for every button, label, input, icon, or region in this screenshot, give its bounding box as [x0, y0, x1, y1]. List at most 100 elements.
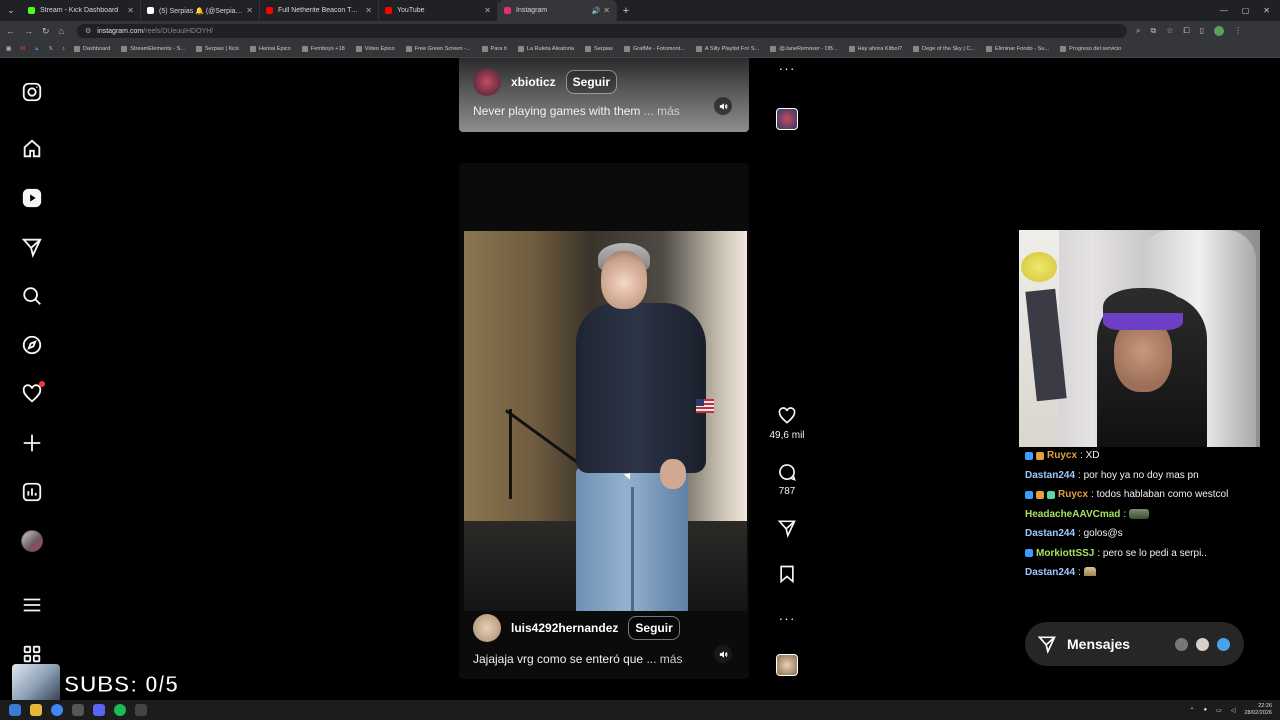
share-button[interactable]: [775, 518, 799, 538]
obs-icon[interactable]: [135, 704, 147, 716]
tab-close-icon[interactable]: ✕: [246, 6, 253, 15]
author-avatar[interactable]: [473, 614, 501, 642]
tab-close-icon[interactable]: ✕: [365, 6, 372, 15]
browser-tab[interactable]: Stream - Kick Dashboard ✕: [22, 0, 141, 21]
bookmark-item[interactable]: Hentai Epico: [250, 46, 291, 52]
cast-icon[interactable]: ⧉: [1150, 26, 1156, 36]
apps-grid-icon[interactable]: ▦: [6, 46, 11, 52]
chrome-icon[interactable]: [51, 704, 63, 716]
audio-thumb[interactable]: [775, 654, 799, 676]
close-window-icon[interactable]: ✕: [1263, 6, 1270, 15]
chat-username: HeadacheAAVCmad: [1025, 508, 1121, 520]
direct-messages-icon[interactable]: [20, 235, 44, 259]
follow-button[interactable]: Seguir: [565, 70, 618, 94]
bookmark-item[interactable]: Serpias | Kick: [195, 46, 239, 52]
browser-tab[interactable]: (5) Serpias 🔔 (@Serpias) / X ✕: [141, 0, 260, 21]
previous-reel[interactable]: xbioticz Seguir Never playing games with…: [459, 58, 749, 132]
back-icon[interactable]: ←: [6, 26, 15, 36]
maximize-icon[interactable]: ▢: [1242, 6, 1250, 15]
tab-close-icon[interactable]: ✕: [603, 6, 610, 15]
bookmark-item[interactable]: Dege of the Sky | C...: [912, 46, 975, 52]
reel-caption[interactable]: Never playing games with them ... más: [473, 104, 680, 118]
site-info-icon[interactable]: ⚙: [85, 27, 91, 35]
x-bookmark-icon[interactable]: 𝕏: [49, 46, 54, 52]
sidebar-toggle-icon[interactable]: ▯: [1200, 26, 1204, 36]
browser-tab[interactable]: Full Netherite Beacon TAS (4 m✕: [260, 0, 379, 21]
more-link[interactable]: ... más: [644, 104, 680, 118]
current-reel[interactable]: luis4292hernandez Seguir Jajajaja vrg co…: [459, 163, 749, 679]
tab-audio-icon[interactable]: 🔊: [592, 7, 601, 15]
follow-button[interactable]: Seguir: [628, 616, 680, 640]
reel-options-button[interactable]: ···: [775, 611, 799, 625]
save-button[interactable]: [775, 564, 799, 584]
tiktok-icon[interactable]: ♪: [62, 46, 65, 52]
mic-icon[interactable]: ●: [1204, 707, 1208, 713]
prev-reel-audio-thumb[interactable]: [775, 108, 799, 130]
drive-icon[interactable]: ▲: [34, 46, 40, 52]
search-icon[interactable]: [20, 284, 44, 308]
spotify-icon[interactable]: [114, 704, 126, 716]
reel-caption[interactable]: Jajajaja vrg como se enteró que ... más: [473, 652, 682, 666]
bookmark-item[interactable]: Progreso del servicio: [1060, 46, 1121, 52]
browser-avatar[interactable]: [1214, 26, 1225, 36]
bookmark-item[interactable]: Dashboard: [73, 46, 110, 52]
volume-icon[interactable]: ◁: [1231, 707, 1236, 714]
tab-close-icon[interactable]: ✕: [484, 6, 491, 15]
bookmark-item[interactable]: A Silly Playlist For S...: [695, 46, 759, 52]
bookmark-item[interactable]: Para ti: [481, 46, 507, 52]
bookmark-item[interactable]: Serpias: [584, 46, 613, 52]
instagram-logo-icon[interactable]: [20, 80, 44, 104]
clock[interactable]: 22:26 28/02/2026: [1244, 703, 1272, 717]
browser-menu-icon[interactable]: ⋮: [1234, 26, 1242, 36]
messages-button[interactable]: Mensajes: [1025, 622, 1244, 666]
browser-tab[interactable]: YouTube ✕: [379, 0, 498, 21]
author-username[interactable]: xbioticz: [511, 75, 556, 89]
bookmark-item[interactable]: La Ruleta Aleatoria: [517, 46, 574, 52]
more-menu-icon[interactable]: [20, 593, 44, 617]
bookmark-item[interactable]: Eliminar Fondo - Su...: [986, 46, 1049, 52]
forward-icon[interactable]: →: [24, 26, 33, 36]
bookmark-item[interactable]: Free Green Screen -...: [405, 46, 471, 52]
zoom-icon[interactable]: ⌕: [1136, 26, 1140, 36]
file-explorer-icon[interactable]: [30, 704, 42, 716]
gmail-icon[interactable]: M: [20, 46, 25, 52]
comment-button[interactable]: 787: [775, 462, 799, 497]
home-icon[interactable]: [20, 137, 44, 161]
bookmark-item[interactable]: StreamElements - S...: [121, 46, 185, 52]
tab-close-icon[interactable]: ✕: [127, 6, 134, 15]
minimize-icon[interactable]: —: [1220, 6, 1228, 15]
tray-expand-icon[interactable]: ⌃: [1190, 707, 1195, 714]
reels-icon[interactable]: [20, 186, 44, 210]
also-from-meta-icon[interactable]: [20, 642, 44, 666]
home-browser-icon[interactable]: ⌂: [59, 26, 64, 36]
network-icon[interactable]: ▭: [1216, 707, 1222, 714]
bookmark-star-icon[interactable]: ☆: [1166, 26, 1173, 36]
bookmark-item[interactable]: Femboys +18: [301, 46, 345, 52]
bookmark-item[interactable]: GrafMe - Fotomont...: [623, 46, 685, 52]
notifications-heart-icon[interactable]: [20, 381, 45, 406]
explore-icon[interactable]: [20, 333, 44, 357]
author-username[interactable]: luis4292hernandez: [511, 621, 618, 635]
extensions-icon[interactable]: ⧠: [1183, 26, 1189, 36]
prev-reel-options-button[interactable]: ···: [775, 61, 799, 75]
profile-avatar[interactable]: [20, 529, 44, 553]
start-icon[interactable]: [9, 704, 21, 716]
create-plus-icon[interactable]: [20, 431, 44, 455]
bookmark-item[interactable]: Hay ahora Kitboi?: [848, 46, 902, 52]
url-field[interactable]: ⚙ instagram.com/reels/DUeuuIHDOYH/: [76, 24, 1127, 38]
tab-search-icon[interactable]: ⌄: [0, 0, 22, 21]
dashboard-icon[interactable]: [20, 480, 44, 504]
like-button[interactable]: 49,6 mil: [770, 406, 805, 441]
more-link[interactable]: ... más: [646, 652, 682, 666]
audio-toggle-button[interactable]: [714, 97, 732, 115]
discord-icon[interactable]: [93, 704, 105, 716]
app-icon[interactable]: [72, 704, 84, 716]
bookmark-item[interactable]: @JaneRemover - OB...: [770, 46, 838, 52]
audio-toggle-button[interactable]: [714, 645, 732, 663]
browser-tab[interactable]: Instagram 🔊 ✕: [498, 0, 617, 21]
bookmark-item[interactable]: Video Epico: [355, 46, 395, 52]
author-avatar[interactable]: [473, 68, 501, 96]
new-tab-button[interactable]: +: [617, 5, 635, 17]
reel-video[interactable]: [464, 231, 747, 611]
reload-icon[interactable]: ↻: [42, 26, 50, 37]
